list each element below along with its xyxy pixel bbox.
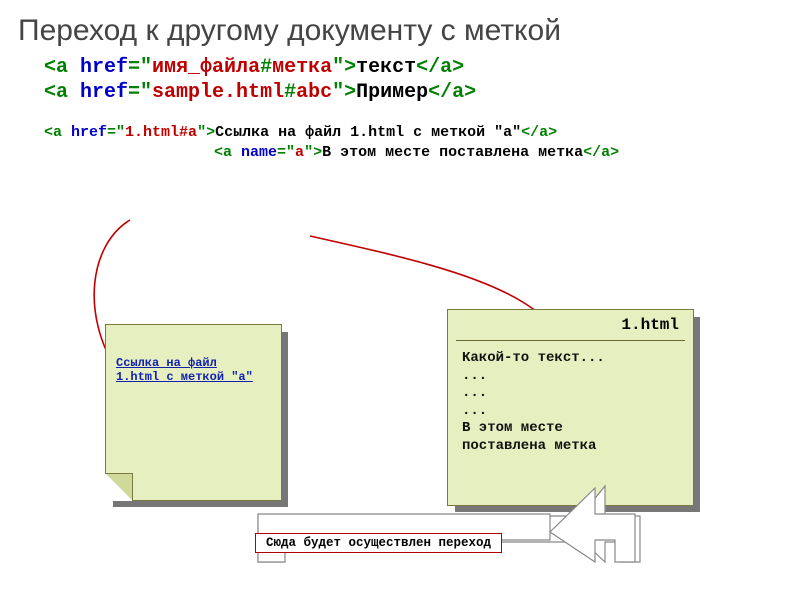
code-token: </a>: [416, 56, 464, 79]
slide-title: Переход к другому документу с меткой: [18, 14, 800, 49]
code-token: <a: [44, 56, 80, 79]
code-token: ">: [304, 144, 322, 161]
code-token: метка: [272, 56, 332, 79]
code-token: </a>: [428, 81, 476, 104]
code-token: Ссылка на файл 1.html с меткой "a": [215, 124, 521, 141]
diagram: Ссылка на файл 1.html с меткой "a" 1.htm…: [0, 294, 800, 594]
code-token: <a: [44, 124, 71, 141]
code-token: 1.html#a: [125, 124, 197, 141]
code-token: </a>: [583, 144, 619, 161]
code-token: ">: [332, 56, 356, 79]
code-example-1: <a href="имя_файла#метка">текст</a> <a h…: [44, 55, 800, 105]
code-token: В этом месте поставлена метка: [322, 144, 583, 161]
code-token: =": [128, 81, 152, 104]
code-token: <a: [44, 81, 80, 104]
code-token: <a: [214, 144, 241, 161]
code-token: abc: [296, 81, 332, 104]
code-token: ">: [332, 81, 356, 104]
arrow-caption: Сюда будет осуществлен переход: [255, 533, 502, 553]
code-token: href: [80, 81, 128, 104]
hyperlink[interactable]: Ссылка на файл 1.html с меткой "a": [116, 357, 266, 385]
document-target: 1.html Какой-то текст... ... ... ... В э…: [447, 309, 694, 506]
document-title: 1.html: [621, 316, 679, 334]
code-token: name: [241, 144, 277, 161]
code-token: href: [71, 124, 107, 141]
code-token: Пример: [356, 81, 428, 104]
code-token: a: [295, 144, 304, 161]
code-token: имя_файла: [152, 56, 260, 79]
code-token: =": [107, 124, 125, 141]
code-token: ">: [197, 124, 215, 141]
document-body: Какой-то текст... ... ... ... В этом мес…: [462, 350, 605, 455]
code-token: sample.html: [152, 81, 284, 104]
code-token: =": [128, 56, 152, 79]
document-source: Ссылка на файл 1.html с меткой "a": [105, 324, 282, 501]
code-example-2: <a href="1.html#a">Ссылка на файл 1.html…: [44, 123, 800, 164]
code-token: #: [260, 56, 272, 79]
code-token: </a>: [521, 124, 557, 141]
code-token: =": [277, 144, 295, 161]
code-token: href: [80, 56, 128, 79]
code-token: #: [284, 81, 296, 104]
code-token: текст: [356, 56, 416, 79]
